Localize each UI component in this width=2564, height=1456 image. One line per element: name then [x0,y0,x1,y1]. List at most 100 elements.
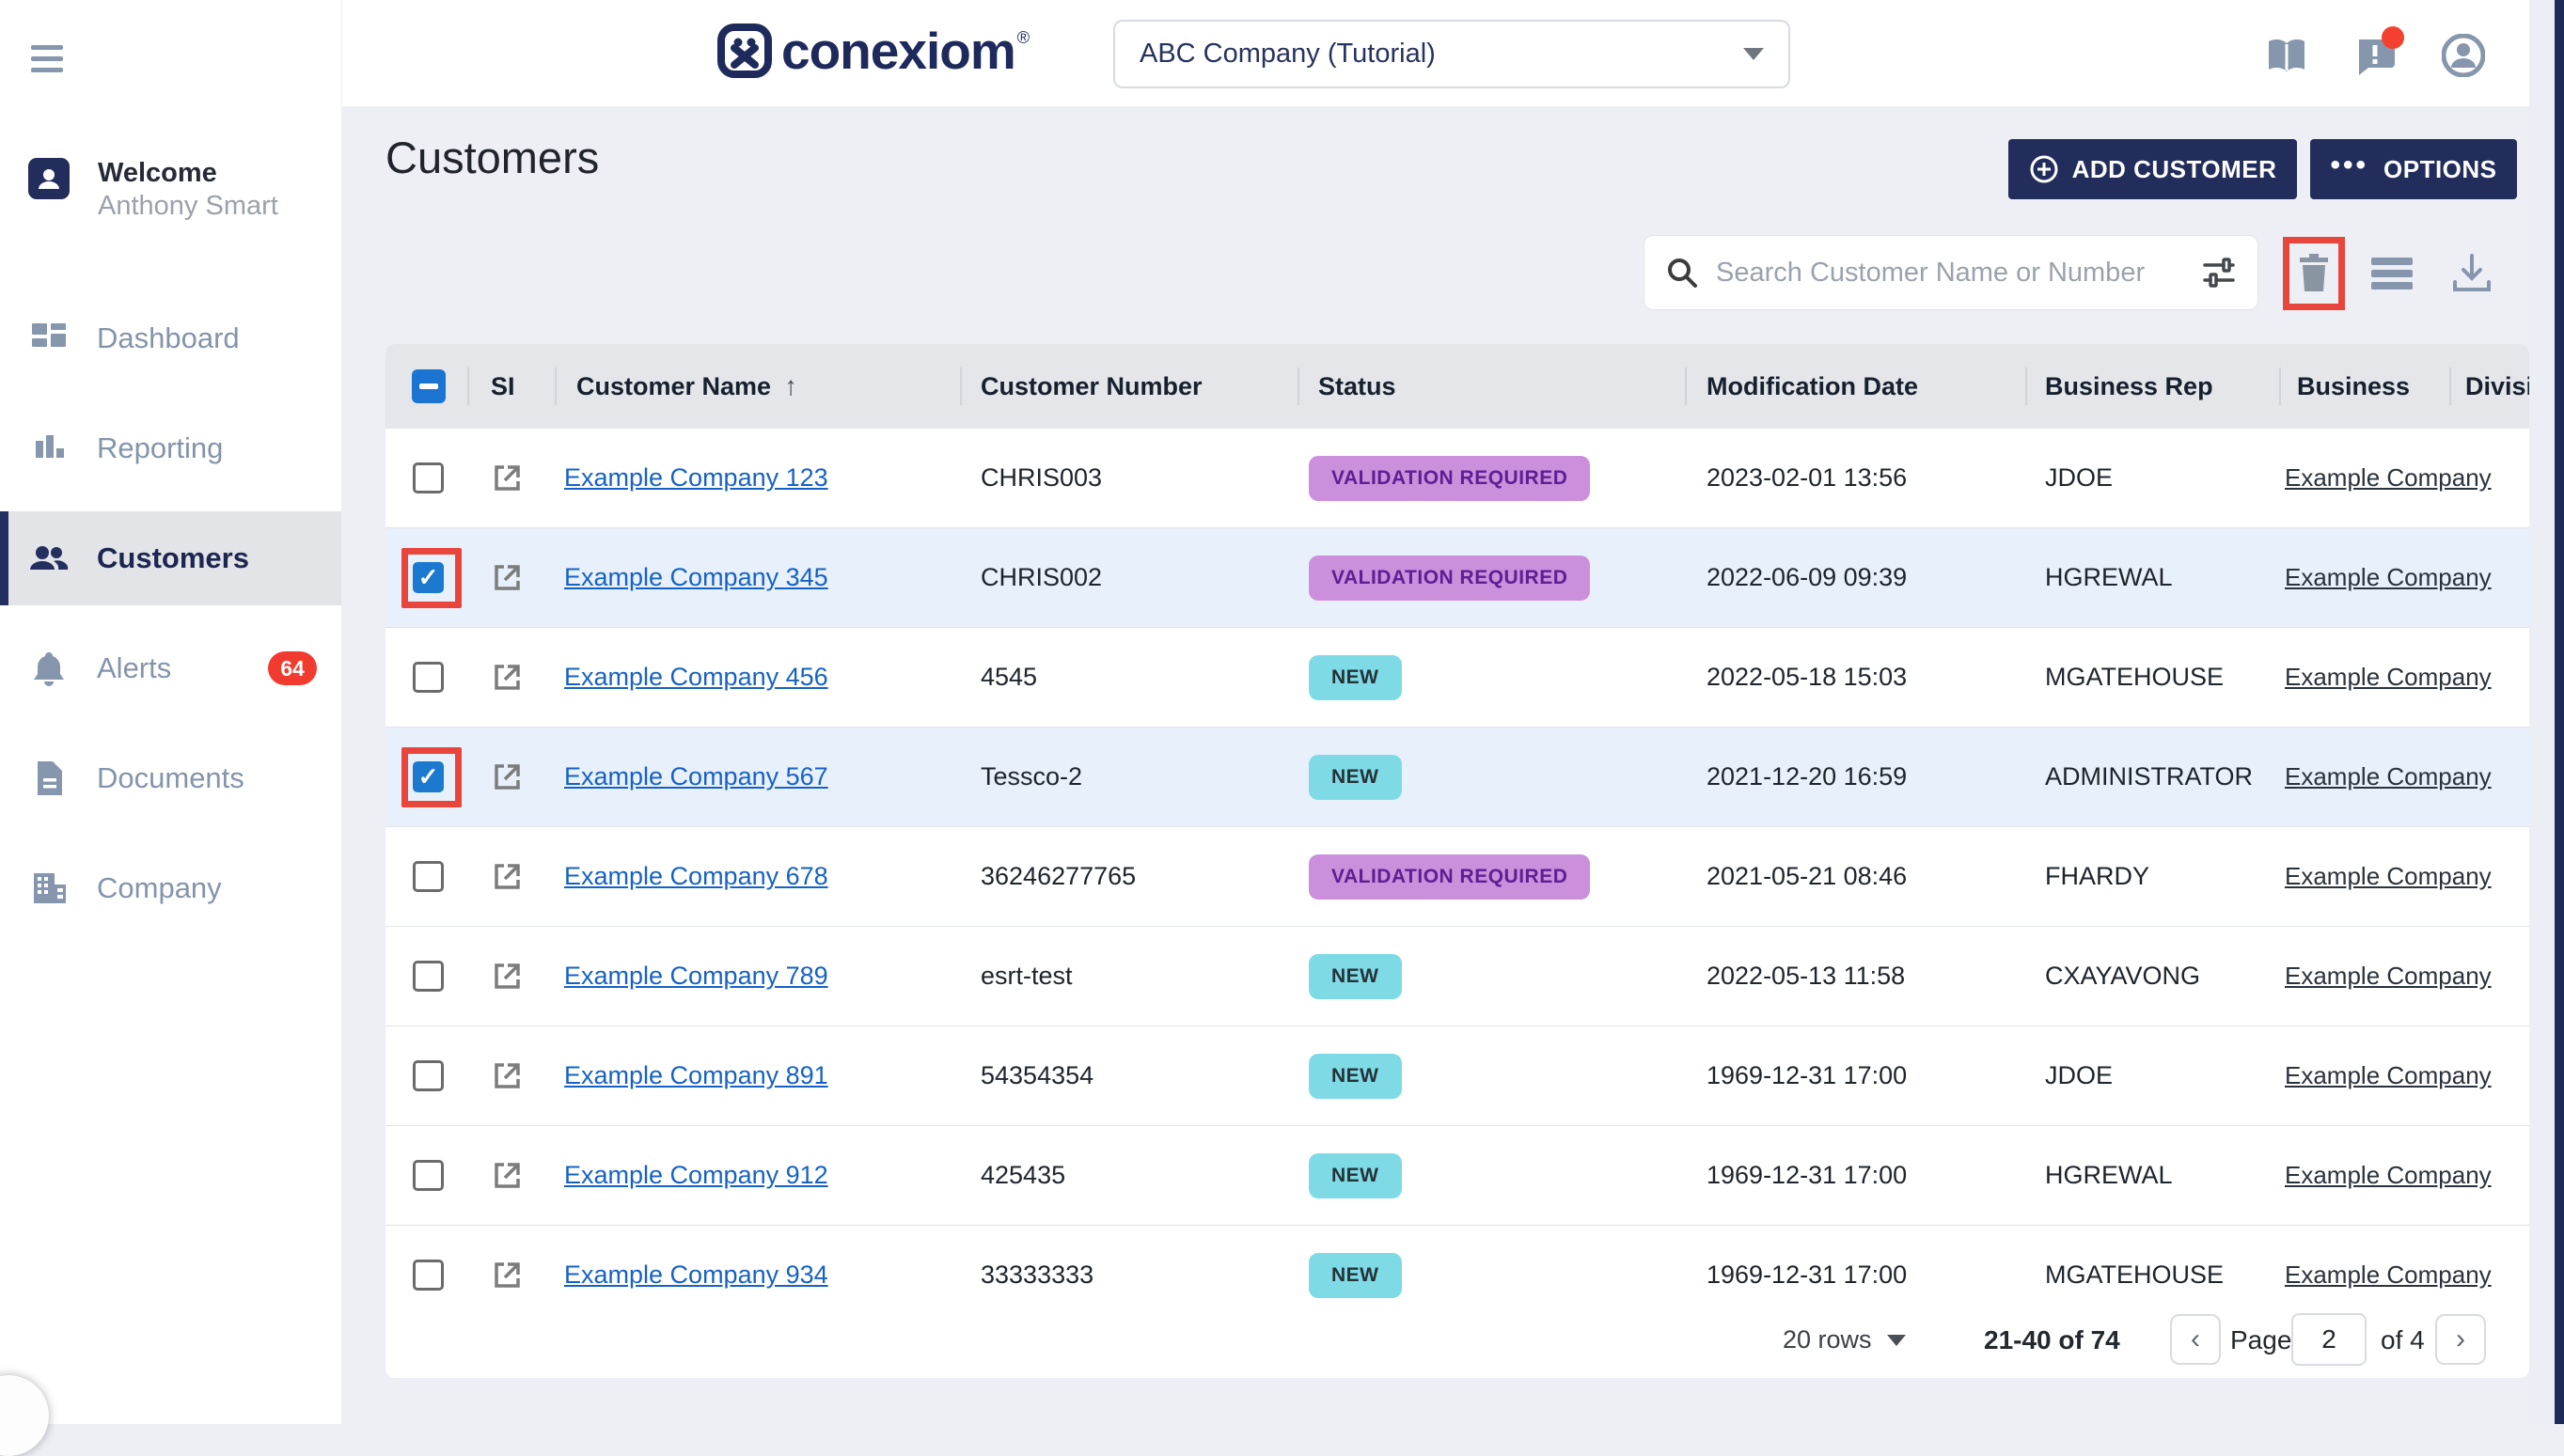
welcome-user-name: Anthony Smart [98,189,278,223]
sidebar-item-company[interactable]: Company [0,841,341,935]
status-badge: NEW [1309,1253,1402,1298]
business-link[interactable]: Example Company [2285,827,2492,926]
options-button[interactable]: ••• OPTIONS [2310,139,2517,199]
documentation-book-icon[interactable] [2265,34,2308,77]
row-checkbox[interactable]: ✓ [413,562,444,593]
trash-icon [2298,254,2330,293]
column-settings-icon[interactable] [2367,252,2416,295]
sidebar-item-dashboard[interactable]: Dashboard [0,291,341,385]
filter-sliders-icon[interactable] [2201,255,2237,290]
modification-date-cell: 2022-05-18 15:03 [1707,628,1907,727]
column-header-si[interactable]: SI [491,344,515,429]
open-external-icon[interactable] [492,1259,524,1291]
sidebar-item-label: Reporting [97,431,223,465]
column-header-customer-number[interactable]: Customer Number [981,344,1203,429]
customer-name-link[interactable]: Example Company 934 [564,1226,828,1302]
row-checkbox[interactable] [413,462,444,493]
conexiom-logo: conexiom® [717,21,1028,81]
open-external-icon[interactable] [492,462,524,493]
row-checkbox[interactable]: ✓ [413,761,444,792]
sidebar-item-documents[interactable]: Documents [0,731,341,825]
business-link[interactable]: Example Company [2285,728,2492,826]
column-header-status[interactable]: Status [1318,344,1396,429]
customer-name-link[interactable]: Example Company 678 [564,827,828,926]
sidebar-item-label: Company [97,871,222,905]
chevron-down-icon [1887,1335,1906,1346]
open-external-icon[interactable] [492,960,524,992]
customer-name-link[interactable]: Example Company 123 [564,429,828,527]
pagination-range: 21-40 of 74 [1984,1325,2120,1355]
delete-selected-annotation-box[interactable] [2283,237,2345,310]
business-rep-cell: JDOE [2045,429,2113,527]
status-cell: NEW [1309,628,1402,727]
dashboard-icon [28,318,70,359]
customer-name-link[interactable]: Example Company 567 [564,728,828,826]
row-checkbox[interactable] [413,662,444,693]
customers-icon [28,538,70,579]
modification-date-cell: 1969-12-31 17:00 [1707,1026,1907,1125]
row-checkbox[interactable] [413,961,444,992]
customer-name-link[interactable]: Example Company 345 [564,528,828,627]
search-input[interactable] [1714,257,2201,290]
business-link[interactable]: Example Company [2285,628,2492,727]
column-header-business-rep[interactable]: Business Rep [2045,344,2213,429]
customer-number-cell: 4545 [981,628,1037,727]
add-customer-button[interactable]: ADD CUSTOMER [2008,139,2297,199]
customers-table: SI Customer Name↑ Customer Number Status… [385,344,2529,1378]
rows-per-page-dropdown[interactable]: 20 rows [1783,1325,1906,1354]
open-external-icon[interactable] [492,561,524,593]
select-all-checkbox[interactable] [412,369,446,403]
sidebar-item-alerts[interactable]: Alerts 64 [0,621,341,715]
row-checkbox[interactable] [413,861,444,892]
status-cell: VALIDATION REQUIRED [1309,528,1590,627]
business-rep-cell: ADMINISTRATOR [2045,728,2253,826]
download-icon[interactable] [2447,252,2496,295]
customer-number-cell: 54354354 [981,1026,1093,1125]
business-link[interactable]: Example Company [2285,1126,2492,1225]
column-header-customer-name[interactable]: Customer Name↑ [576,344,797,429]
business-link[interactable]: Example Company [2285,429,2492,527]
reporting-icon [28,428,70,469]
open-external-icon[interactable] [492,1159,524,1191]
sidebar-item-customers[interactable]: Customers [0,511,341,605]
page-label: Page [2230,1325,2291,1355]
logo-wordmark: conexiom [781,23,1015,78]
customer-name-link[interactable]: Example Company 456 [564,628,828,727]
table-row: ✓Example Company 345CHRIS002VALIDATION R… [385,528,2529,628]
next-page-button[interactable]: › [2435,1314,2486,1365]
company-selector-dropdown[interactable]: ABC Company (Tutorial) [1113,20,1790,88]
status-badge: NEW [1309,1054,1402,1099]
open-external-icon[interactable] [492,860,524,892]
column-header-division[interactable]: Division [2465,344,2529,429]
account-avatar-icon[interactable] [2442,34,2485,77]
row-checkbox[interactable] [413,1160,444,1191]
business-rep-cell: HGREWAL [2045,528,2173,627]
business-link[interactable]: Example Company [2285,528,2492,627]
open-external-icon[interactable] [492,760,524,792]
row-checkbox[interactable] [413,1260,444,1291]
column-header-business[interactable]: Business [2297,344,2410,429]
page-number-input[interactable] [2291,1313,2367,1366]
open-external-icon[interactable] [492,1059,524,1091]
chevron-down-icon [1743,48,1764,60]
status-cell: VALIDATION REQUIRED [1309,429,1590,527]
registered-mark: ® [1017,28,1030,48]
business-link[interactable]: Example Company [2285,927,2492,1025]
row-checkbox[interactable] [413,1060,444,1091]
menu-hamburger-icon[interactable] [31,45,63,73]
column-header-modification-date[interactable]: Modification Date [1707,344,1918,429]
right-edge-strip [2555,0,2564,1424]
ellipsis-icon: ••• [2330,156,2368,175]
welcome-title: Welcome [98,158,278,189]
corner-floating-button[interactable] [0,1375,49,1456]
business-link[interactable]: Example Company [2285,1226,2492,1302]
sidebar-item-reporting[interactable]: Reporting [0,401,341,495]
previous-page-button[interactable]: ‹ [2170,1314,2221,1365]
business-link[interactable]: Example Company [2285,1026,2492,1125]
open-external-icon[interactable] [492,661,524,693]
table-footer: 20 rows 21-40 of 74 ‹ Page of 4 › [385,1302,2529,1378]
feedback-alert-icon[interactable] [2353,34,2397,77]
customer-name-link[interactable]: Example Company 912 [564,1126,828,1225]
customer-name-link[interactable]: Example Company 891 [564,1026,828,1125]
customer-name-link[interactable]: Example Company 789 [564,927,828,1025]
